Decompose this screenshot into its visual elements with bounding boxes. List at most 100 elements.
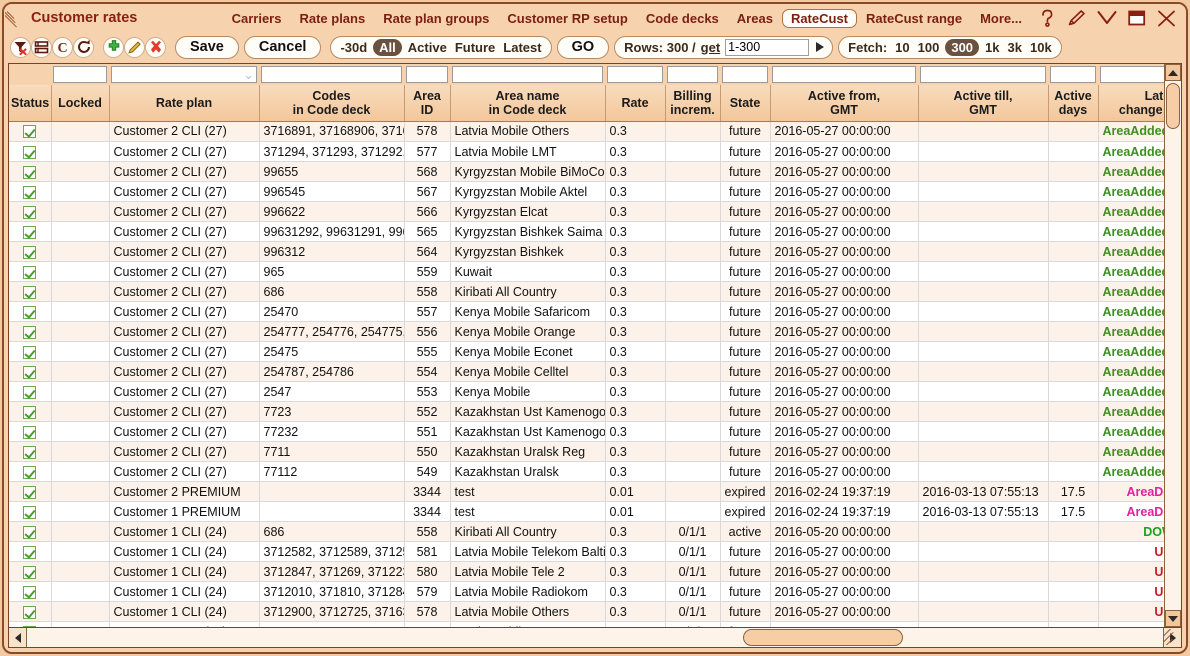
cell-codes[interactable]: 3712582, 3712589, 37125	[259, 542, 404, 562]
cell-days[interactable]	[1048, 242, 1098, 262]
cell-from[interactable]: 2016-05-27 00:00:00	[770, 362, 918, 382]
cell-areaname[interactable]: Kiribati All Country	[450, 522, 605, 542]
cell-till[interactable]	[918, 322, 1048, 342]
period-option-all[interactable]: All	[373, 39, 402, 56]
checkmark-icon[interactable]	[23, 306, 36, 319]
checkmark-icon[interactable]	[23, 546, 36, 559]
cell-areaname[interactable]: Latvia Mobile Telekom Balti	[450, 542, 605, 562]
cell-state[interactable]: future	[720, 402, 770, 422]
checkmark-icon[interactable]	[23, 366, 36, 379]
cell-areaname[interactable]: Kyrgyzstan Bishkek Saima	[450, 222, 605, 242]
checkmark-icon[interactable]	[23, 226, 36, 239]
cell-days[interactable]	[1048, 442, 1098, 462]
cell-codes[interactable]: 996312	[259, 242, 404, 262]
nav-item-more[interactable]: More...	[971, 9, 1031, 28]
cell-days[interactable]	[1048, 402, 1098, 422]
cell-till[interactable]	[918, 222, 1048, 242]
status-checkbox-cell[interactable]	[9, 402, 51, 422]
cell-areaid[interactable]: 556	[404, 322, 450, 342]
cell-codes[interactable]: 3712900, 3712725, 37163	[259, 602, 404, 622]
table-row[interactable]: Customer 2 CLI (27)996545567Kyrgyzstan M…	[9, 182, 1164, 202]
cell-results[interactable]: AreaAdded, RateAdd	[1098, 362, 1164, 382]
cell-areaname[interactable]: Latvia Mobile Radiokom	[450, 582, 605, 602]
cell-till[interactable]: 2016-03-13 07:55:13	[918, 502, 1048, 522]
table-row[interactable]: Customer 2 CLI (27)7711550Kazakhstan Ura…	[9, 442, 1164, 462]
cell-days[interactable]	[1048, 302, 1098, 322]
scroll-right-button[interactable]	[1163, 628, 1181, 647]
cell-areaid[interactable]: 581	[404, 542, 450, 562]
cell-areaid[interactable]: 3344	[404, 502, 450, 522]
cell-locked[interactable]	[51, 602, 109, 622]
checkmark-icon[interactable]	[23, 286, 36, 299]
filter-input-state[interactable]	[722, 66, 768, 83]
cell-results[interactable]: AreaAdded, RateAdd	[1098, 462, 1164, 482]
cell-areaid[interactable]: 552	[404, 402, 450, 422]
cell-till[interactable]: 2016-03-13 07:55:13	[918, 482, 1048, 502]
cell-till[interactable]	[918, 142, 1048, 162]
scroll-down-button[interactable]	[1165, 610, 1181, 627]
cell-results[interactable]: AreaDeleted	[1098, 502, 1164, 522]
go-button[interactable]: GO	[557, 36, 610, 59]
cell-codes[interactable]: 2547	[259, 382, 404, 402]
cell-areaname[interactable]: Kenya Mobile	[450, 382, 605, 402]
cell-locked[interactable]	[51, 242, 109, 262]
cell-state[interactable]: future	[720, 362, 770, 382]
cell-results[interactable]: AreaAdded, RateAdd	[1098, 402, 1164, 422]
column-header-areaid[interactable]: AreaID	[404, 85, 450, 121]
cell-results[interactable]: DOWN	[1098, 522, 1164, 542]
cell-from[interactable]: 2016-02-24 19:37:19	[770, 482, 918, 502]
cell-results[interactable]: UP	[1098, 582, 1164, 602]
cell-days[interactable]	[1048, 562, 1098, 582]
cell-billing[interactable]	[665, 182, 720, 202]
cell-rateplan[interactable]: Customer 1 CLI (24)	[109, 542, 259, 562]
cell-billing[interactable]	[665, 362, 720, 382]
table-row[interactable]: Customer 2 CLI (27)254787, 254786554Keny…	[9, 362, 1164, 382]
edit-icon[interactable]	[1067, 9, 1086, 27]
cell-rateplan[interactable]: Customer 1 CLI (24)	[109, 582, 259, 602]
cell-rateplan[interactable]: Customer 2 CLI (27)	[109, 122, 259, 142]
cell-areaid[interactable]: 553	[404, 382, 450, 402]
status-checkbox-cell[interactable]	[9, 602, 51, 622]
cell-locked[interactable]	[51, 502, 109, 522]
cell-rateplan[interactable]: Customer 2 CLI (27)	[109, 262, 259, 282]
cell-from[interactable]: 2016-05-27 00:00:00	[770, 242, 918, 262]
cell-results[interactable]: AreaAdded, RateAdd	[1098, 222, 1164, 242]
horizontal-scrollbar[interactable]	[9, 627, 1181, 647]
cell-results[interactable]: AreaAdded, RateAdd	[1098, 182, 1164, 202]
status-checkbox-cell[interactable]	[9, 542, 51, 562]
filter-input-days[interactable]	[1050, 66, 1096, 83]
cell-locked[interactable]	[51, 462, 109, 482]
cell-rateplan[interactable]: Customer 1 CLI (24)	[109, 522, 259, 542]
cell-billing[interactable]	[665, 222, 720, 242]
nav-item-rate-plans[interactable]: Rate plans	[290, 9, 374, 28]
status-checkbox-cell[interactable]	[9, 242, 51, 262]
status-checkbox-cell[interactable]	[9, 342, 51, 362]
cell-results[interactable]: AreaAdded, RateAdd	[1098, 122, 1164, 142]
cell-till[interactable]	[918, 602, 1048, 622]
cell-billing[interactable]	[665, 382, 720, 402]
horizontal-scroll-track[interactable]	[27, 628, 1163, 647]
nav-item-code-decks[interactable]: Code decks	[637, 9, 728, 28]
cell-rate[interactable]: 0.3	[605, 242, 665, 262]
cell-results[interactable]: AreaAdded, RateAdd	[1098, 142, 1164, 162]
fetch-option-1k[interactable]: 1k	[985, 40, 999, 55]
cell-areaid[interactable]: 557	[404, 302, 450, 322]
cell-areaid[interactable]: 549	[404, 462, 450, 482]
cell-days[interactable]: 17.5	[1048, 502, 1098, 522]
cell-locked[interactable]	[51, 322, 109, 342]
cell-state[interactable]: future	[720, 422, 770, 442]
cell-till[interactable]	[918, 262, 1048, 282]
close-icon[interactable]	[1157, 10, 1176, 27]
cell-billing[interactable]	[665, 262, 720, 282]
cell-from[interactable]: 2016-05-20 00:00:00	[770, 522, 918, 542]
cell-locked[interactable]	[51, 442, 109, 462]
cell-areaid[interactable]: 555	[404, 342, 450, 362]
cell-rate[interactable]: 0.3	[605, 382, 665, 402]
cell-from[interactable]: 2016-05-27 00:00:00	[770, 162, 918, 182]
cell-areaid[interactable]: 578	[404, 602, 450, 622]
rows-get-link[interactable]: get	[701, 40, 721, 55]
cell-billing[interactable]	[665, 242, 720, 262]
cell-days[interactable]	[1048, 342, 1098, 362]
cell-days[interactable]	[1048, 582, 1098, 602]
cell-till[interactable]	[918, 382, 1048, 402]
